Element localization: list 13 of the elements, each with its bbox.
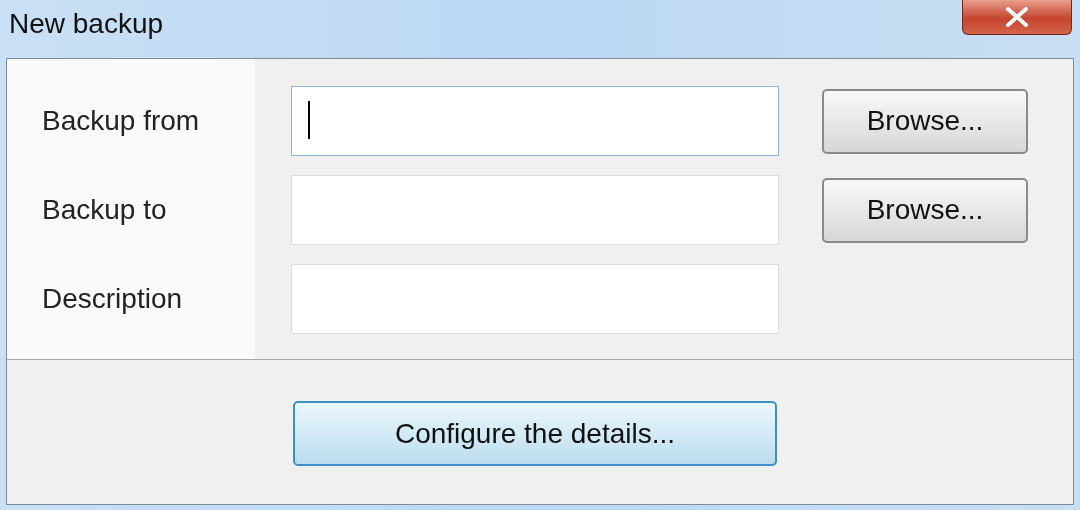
browse-button[interactable]: Browse... — [822, 177, 1028, 243]
input-field[interactable] — [291, 86, 779, 156]
window-title: New backup — [8, 7, 164, 40]
configure-button[interactable]: Configure the details... — [293, 401, 777, 466]
field-label: Backup to — [41, 193, 168, 227]
text-caret — [308, 101, 310, 139]
input-field[interactable] — [291, 175, 779, 245]
field-label: Description — [41, 282, 184, 316]
browse-button[interactable]: Browse... — [822, 88, 1028, 154]
close-icon — [1005, 7, 1029, 27]
close-button[interactable] — [962, 0, 1072, 35]
input-field[interactable] — [291, 264, 779, 334]
field-label: Backup from — [41, 104, 201, 138]
